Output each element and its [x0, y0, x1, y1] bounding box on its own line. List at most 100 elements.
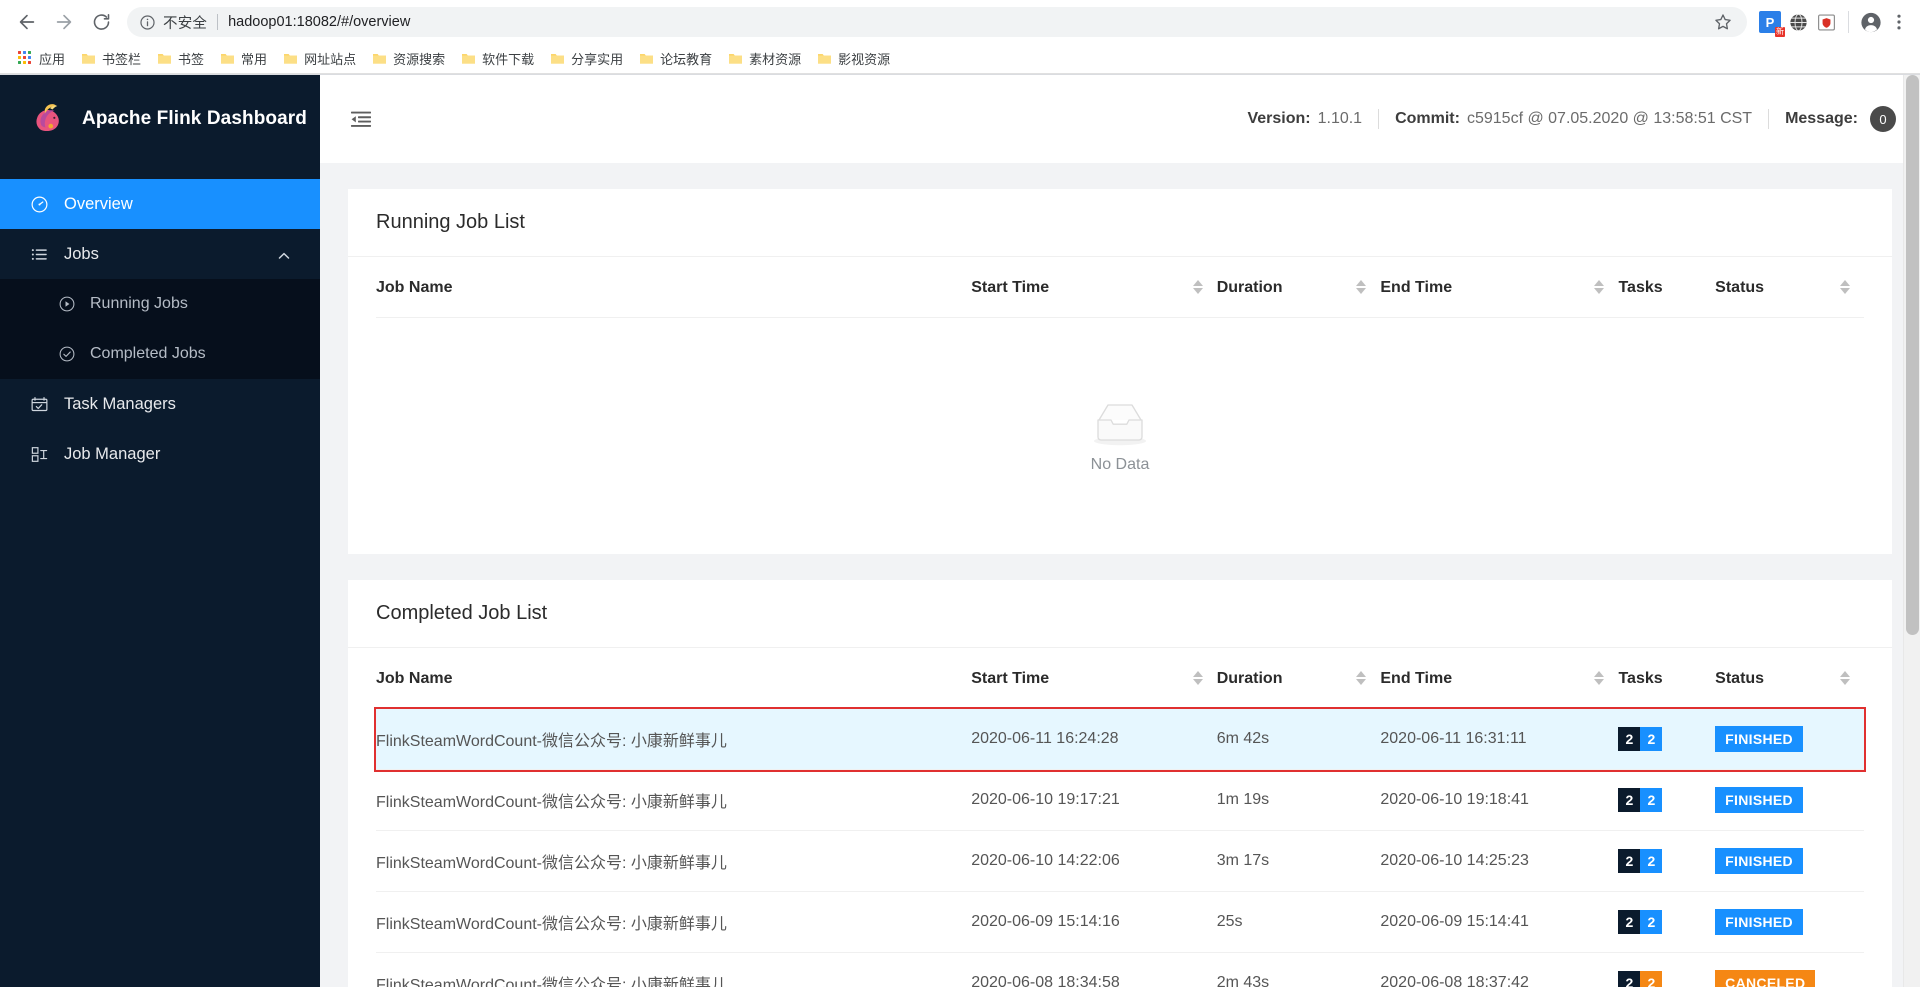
bookmark-label: 书签: [178, 52, 205, 67]
column-header-status[interactable]: Status: [1715, 257, 1864, 318]
bookmark-label: 素材资源: [749, 52, 802, 67]
sort-toggle-duration[interactable]: [1356, 671, 1367, 685]
list-icon: [30, 245, 49, 264]
cell-start-time: 2020-06-10 19:17:21: [971, 769, 1217, 831]
cell-end-time: 2020-06-10 19:18:41: [1380, 769, 1619, 831]
back-arrow-icon: [19, 14, 35, 30]
page-scrollbar[interactable]: [1903, 75, 1920, 987]
column-header-duration[interactable]: Duration: [1216, 257, 1381, 318]
table-row[interactable]: FlinkSteamWordCount-微信公众号: 小康新鲜事儿 2020-06…: [376, 891, 1864, 953]
back-button[interactable]: [10, 5, 44, 39]
cell-duration: 25s: [1216, 891, 1381, 953]
sidebar-item-completed-jobs[interactable]: Completed Jobs: [0, 329, 320, 379]
brand-header[interactable]: Apache Flink Dashboard: [0, 75, 320, 163]
topbar: Version: 1.10.1 Commit: c5915cf @ 07.05.…: [320, 75, 1920, 163]
info-circle-icon[interactable]: [139, 14, 156, 31]
cell-status: FINISHED: [1715, 891, 1864, 953]
cell-start-time: 2020-06-10 14:22:06: [971, 830, 1217, 892]
chrome-toolbar-divider: [1848, 11, 1849, 33]
bookmark-apps[interactable]: 应用: [10, 46, 73, 71]
column-header-end-time[interactable]: End Time: [1380, 257, 1619, 318]
sort-toggle-start-time[interactable]: [1192, 671, 1203, 685]
sidebar-item-overview[interactable]: Overview: [0, 179, 320, 229]
menu-fold-icon[interactable]: [346, 104, 376, 134]
column-header-job-name: Job Name: [376, 257, 972, 318]
cell-status: FINISHED: [1715, 830, 1864, 892]
sort-toggle-duration[interactable]: [1356, 280, 1367, 294]
sort-toggle-end-time[interactable]: [1594, 280, 1605, 294]
table-row[interactable]: FlinkSteamWordCount-微信公众号: 小康新鲜事儿 2020-06…: [376, 952, 1864, 987]
running-job-list-body: Job Name Start Time Duration End Time Ta…: [348, 257, 1892, 554]
sidebar-item-job-manager[interactable]: Job Manager: [0, 429, 320, 479]
cell-duration: 1m 19s: [1216, 769, 1381, 831]
scrollbar-thumb[interactable]: [1906, 75, 1919, 635]
bookmark-folder-3[interactable]: 常用: [212, 46, 275, 71]
bookmark-star-icon[interactable]: [1713, 12, 1733, 32]
shield-extension-icon[interactable]: [1815, 11, 1837, 33]
column-header-start-time[interactable]: Start Time: [971, 257, 1217, 318]
empty-state-row: No Data: [376, 318, 1864, 555]
chevron-up-icon[interactable]: [278, 248, 290, 260]
column-label: End Time: [1380, 279, 1453, 296]
sidebar-item-task-managers[interactable]: Task Managers: [0, 379, 320, 429]
apps-grid-icon: [18, 51, 33, 66]
status-badge: FINISHED: [1715, 909, 1803, 935]
bookmark-label: 论坛教育: [660, 52, 713, 67]
profile-avatar-icon[interactable]: [1860, 11, 1882, 33]
column-header-status[interactable]: Status: [1715, 648, 1864, 709]
sidebar-item-jobs[interactable]: Jobs: [0, 229, 320, 279]
column-header-start-time[interactable]: Start Time: [971, 648, 1217, 709]
bookmark-folder-6[interactable]: 软件下载: [453, 46, 542, 71]
bookmark-folder-8[interactable]: 论坛教育: [631, 46, 720, 71]
table-header-row: Job Name Start Time Duration End Time Ta…: [376, 257, 1864, 318]
sidebar: Apache Flink Dashboard Overview Jobs Run…: [0, 75, 320, 987]
chrome-menu-icon[interactable]: [1888, 11, 1910, 33]
tasks-badge-group: 22: [1618, 727, 1715, 751]
bookmark-folder-10[interactable]: 影视资源: [809, 46, 898, 71]
baidu-extension-icon[interactable]: P 新: [1759, 11, 1785, 37]
bookmark-folder-9[interactable]: 素材资源: [720, 46, 809, 71]
cell-job-name: FlinkSteamWordCount-微信公众号: 小康新鲜事儿: [376, 952, 972, 987]
sidebar-item-label: Overview: [64, 194, 133, 213]
folder-icon: [158, 54, 172, 64]
folder-icon: [221, 54, 235, 64]
address-bar[interactable]: 不安全 hadoop01:18082/#/overview: [127, 7, 1747, 37]
table-row[interactable]: FlinkSteamWordCount-微信公众号: 小康新鲜事儿 2020-06…: [374, 706, 1866, 772]
cell-end-time: 2020-06-10 14:25:23: [1380, 830, 1619, 892]
status-badge: CANCELED: [1715, 970, 1816, 987]
completed-jobs-body: FlinkSteamWordCount-微信公众号: 小康新鲜事儿 2020-06…: [374, 706, 1866, 987]
sort-toggle-status[interactable]: [1840, 280, 1850, 294]
brand-title: Apache Flink Dashboard: [82, 108, 307, 129]
cell-duration: 6m 42s: [1216, 708, 1381, 770]
table-row[interactable]: FlinkSteamWordCount-微信公众号: 小康新鲜事儿 2020-06…: [376, 769, 1864, 831]
column-header-end-time[interactable]: End Time: [1380, 648, 1619, 709]
person-icon: [1861, 12, 1881, 32]
column-label: Start Time: [971, 670, 1050, 687]
bookmark-folder-7[interactable]: 分享实用: [542, 46, 631, 71]
cell-job-name: FlinkSteamWordCount-微信公众号: 小康新鲜事儿: [376, 891, 972, 953]
forward-button[interactable]: [47, 5, 81, 39]
tasks-badge-group: 22: [1618, 971, 1715, 987]
status-badge: FINISHED: [1715, 726, 1803, 752]
sort-toggle-start-time[interactable]: [1192, 280, 1203, 294]
reload-button[interactable]: [84, 5, 118, 39]
sidebar-item-label: Task Managers: [64, 394, 176, 413]
sort-toggle-status[interactable]: [1840, 671, 1850, 685]
completed-job-list-body: Job Name Start Time Duration End Time Ta…: [348, 648, 1892, 987]
version-label: Version:: [1247, 110, 1311, 127]
bookmark-folder-5[interactable]: 资源搜索: [364, 46, 453, 71]
message-count-badge[interactable]: 0: [1870, 106, 1896, 132]
bookmark-folder-1[interactable]: 书签栏: [73, 46, 149, 71]
cell-job-name: FlinkSteamWordCount-微信公众号: 小康新鲜事儿: [376, 708, 972, 770]
table-row[interactable]: FlinkSteamWordCount-微信公众号: 小康新鲜事儿 2020-06…: [376, 830, 1864, 892]
version-value: 1.10.1: [1317, 110, 1363, 127]
bookmark-folder-4[interactable]: 网址站点: [275, 46, 364, 71]
globe-extension-icon[interactable]: [1787, 11, 1809, 33]
sort-toggle-end-time[interactable]: [1594, 671, 1605, 685]
column-label: Duration: [1216, 279, 1283, 296]
column-header-duration[interactable]: Duration: [1216, 648, 1381, 709]
sidebar-item-running-jobs[interactable]: Running Jobs: [0, 279, 320, 329]
bookmark-folder-2[interactable]: 书签: [149, 46, 212, 71]
url-text[interactable]: hadoop01:18082/#/overview: [228, 14, 1705, 30]
folder-icon: [284, 54, 298, 64]
